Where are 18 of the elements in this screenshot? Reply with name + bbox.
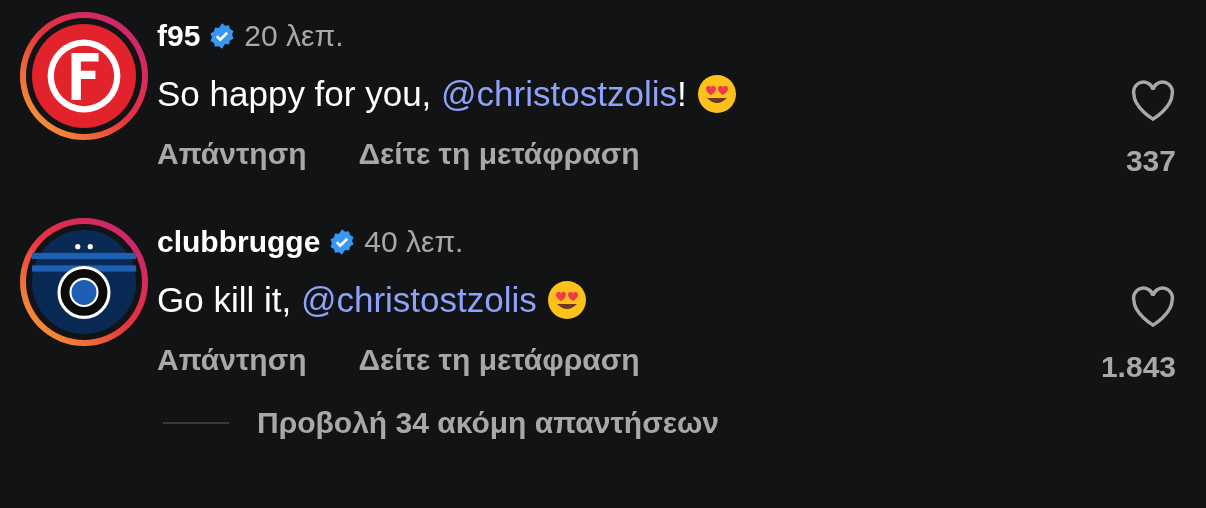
comment-text: !	[676, 74, 687, 114]
mention-link[interactable]: @christostzolis	[300, 280, 537, 320]
translate-link[interactable]: Δείτε τη μετάφραση	[358, 137, 640, 171]
comment-text: So happy for you,	[157, 74, 433, 114]
translate-link[interactable]: Δείτε τη μετάφραση	[358, 343, 640, 377]
mention-link[interactable]: @christostzolis	[441, 74, 677, 114]
like-count: 337	[1125, 144, 1176, 178]
comment-time: 20 λεπ.	[244, 19, 344, 53]
reply-link[interactable]: Απάντηση	[157, 137, 307, 171]
like-heart-icon[interactable]	[1130, 286, 1176, 328]
comment-text: Go kill it,	[157, 280, 293, 320]
reply-link[interactable]: Απάντηση	[157, 343, 307, 377]
comment-time: 40 λεπ.	[364, 225, 464, 259]
username[interactable]: f95	[157, 19, 201, 53]
view-more-replies-link[interactable]: Προβολή 34 ακόμη απαντήσεων	[257, 406, 719, 440]
like-heart-icon[interactable]	[1130, 80, 1176, 122]
username[interactable]: clubbrugge	[157, 225, 321, 259]
like-count: 1.843	[1100, 350, 1176, 384]
